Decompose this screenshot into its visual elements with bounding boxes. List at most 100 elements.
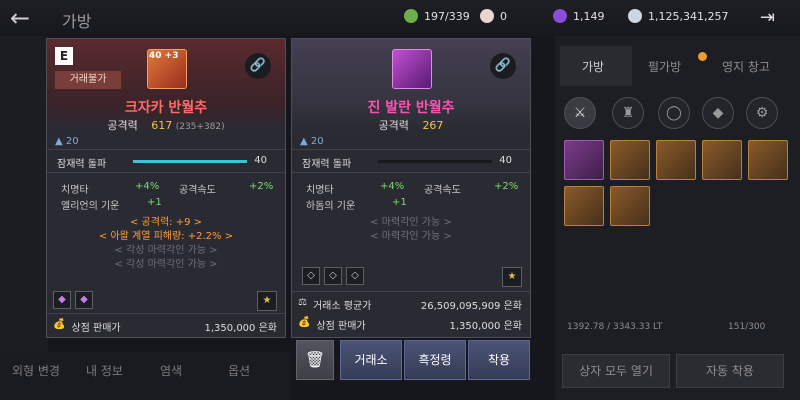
purple-orb-icon xyxy=(553,9,567,23)
item-name: 크자카 반월추 xyxy=(124,100,208,116)
stat-label: 하돔의 기운 xyxy=(306,201,356,212)
open-all-boxes-button[interactable]: 상자 모두 열기 xyxy=(562,354,670,388)
stat-label: 공격속도 xyxy=(179,185,216,196)
inventory-slot[interactable] xyxy=(748,140,788,180)
trade-button[interactable]: 거래소 xyxy=(340,340,402,380)
engraving-slot[interactable]: ◇ xyxy=(346,267,364,285)
link-icon[interactable]: 🔗 xyxy=(245,53,271,79)
divider xyxy=(47,313,285,314)
awaken-line: < 각성 마력각인 가능 > xyxy=(114,259,218,270)
engraving-slots: ◆ ◆ xyxy=(53,291,93,309)
currency-silver: 1,125,341,257 xyxy=(628,9,728,23)
attack-row: 공격력 267 xyxy=(378,119,444,132)
tab-dye[interactable]: 염색 xyxy=(160,362,182,379)
item-icon xyxy=(392,49,432,89)
divider xyxy=(292,172,530,173)
weight-text: 1392.78 / 3343.33 LT xyxy=(567,322,663,332)
tab-appearance[interactable]: 외형 변경 xyxy=(12,362,60,379)
engraving-slot[interactable]: ◆ xyxy=(53,291,71,309)
black-spirit-button[interactable]: 흑정령 xyxy=(404,340,466,380)
money-bag-icon: 💰 xyxy=(298,317,311,328)
background-left-panel xyxy=(0,36,48,356)
engraving-slot[interactable]: ◇ xyxy=(302,267,320,285)
grade-badge: E xyxy=(55,47,73,65)
awaken-line: < 각성 마력각인 가능 > xyxy=(114,245,218,256)
potential-bar xyxy=(378,160,492,163)
divider xyxy=(47,172,285,173)
bonus-line: < 공격력: +9 > xyxy=(129,217,202,228)
stat-value: +4% xyxy=(380,181,405,192)
delete-button[interactable]: 🗑 xyxy=(296,340,334,380)
gem-icon[interactable]: ◆ xyxy=(702,97,734,129)
inventory-slot[interactable] xyxy=(564,186,604,226)
emblem-icon[interactable]: ★ xyxy=(257,291,277,311)
stat-value: +2% xyxy=(494,181,519,192)
tab-pearl-bag[interactable]: 펄가방 xyxy=(648,58,681,75)
bonus-line: < 아왈 계열 피해량: +2.2% > xyxy=(98,231,234,242)
engraving-slot[interactable]: ◆ xyxy=(75,291,93,309)
inventory-slot[interactable] xyxy=(702,140,742,180)
emblem-icon[interactable]: ★ xyxy=(502,267,522,287)
item-enhance-level: 40 +3 xyxy=(149,51,179,61)
potential-label: 잠재력 돌파 xyxy=(57,159,107,170)
inventory-slot[interactable] xyxy=(564,140,604,180)
auto-equip-button[interactable]: 자동 착용 xyxy=(676,354,784,388)
potential-value: 40 xyxy=(254,155,267,166)
stat-label: 치명타 xyxy=(306,185,334,196)
armor-icon[interactable]: ♜ xyxy=(612,97,644,129)
market-price-row: ⚖ 거래소 평균가 26,509,095,909 은화 xyxy=(298,297,522,312)
enchant-line: < 마력각인 가능 > xyxy=(370,217,452,228)
equipped-item-card: E 거래불가 40 +3 🔗 크자카 반월추 공격력 617 (235+382)… xyxy=(46,38,286,338)
required-level: ▲ 20 xyxy=(55,136,79,147)
attack-row: 공격력 617 (235+382) xyxy=(107,119,225,132)
inventory-slot[interactable] xyxy=(656,140,696,180)
stat-label: 엘리언의 기운 xyxy=(61,201,120,212)
potential-bar xyxy=(133,160,247,163)
trash-icon: 🗑 xyxy=(304,350,326,369)
money-bag-icon: 💰 xyxy=(53,319,66,330)
potion-icon[interactable]: ⚙ xyxy=(746,97,778,129)
sell-price-row: 💰 상점 판매가 1,350,000 은화 xyxy=(53,319,277,334)
stat-value: +2% xyxy=(249,181,274,192)
untradable-badge: 거래불가 xyxy=(55,71,121,89)
stat-label: 공격속도 xyxy=(424,185,461,196)
stat-value: +1 xyxy=(392,197,407,208)
compare-item-card: 🔗 진 발란 반월추 공격력 267 ▲ 20 잠재력 돌파 40 치명타 +4… xyxy=(291,38,531,338)
engraving-slot[interactable]: ◇ xyxy=(324,267,342,285)
leaf-coin-icon xyxy=(404,9,418,23)
notification-badge xyxy=(698,52,707,61)
equip-button[interactable]: 착용 xyxy=(468,340,530,380)
item-name: 진 발란 반월추 xyxy=(367,100,455,116)
capacity-text: 151/300 xyxy=(728,322,766,332)
top-bar: ← 가방 197/339 0 1,149 1,125,341,257 ⇥ xyxy=(0,0,800,36)
required-level: ▲ 20 xyxy=(300,136,324,147)
tab-options[interactable]: 옵션 xyxy=(228,362,250,379)
tab-my-info[interactable]: 내 정보 xyxy=(86,362,123,379)
scale-icon: ⚖ xyxy=(298,297,307,308)
pearl-icon xyxy=(480,9,494,23)
currency-energy: 197/339 xyxy=(404,9,470,23)
tab-storage[interactable]: 영지 창고 xyxy=(722,58,770,75)
divider xyxy=(292,291,530,292)
crossed-swords-icon[interactable]: ⚔ xyxy=(564,97,596,129)
link-icon[interactable]: 🔗 xyxy=(490,53,516,79)
inventory-slot[interactable] xyxy=(610,186,650,226)
stat-label: 치명타 xyxy=(61,185,89,196)
silver-coin-icon xyxy=(628,9,642,23)
potential-label: 잠재력 돌파 xyxy=(302,159,352,170)
back-arrow-icon[interactable]: ← xyxy=(10,4,30,32)
divider xyxy=(292,149,530,150)
sell-price-row: 💰 상점 판매가 1,350,000 은화 xyxy=(298,317,522,332)
currency-purple: 1,149 xyxy=(553,9,605,23)
page-title: 가방 xyxy=(62,12,92,31)
potential-value: 40 xyxy=(499,155,512,166)
engraving-slots: ◇ ◇ ◇ xyxy=(302,267,364,285)
enchant-line: < 마력각인 가능 > xyxy=(370,231,452,242)
exit-door-icon[interactable]: ⇥ xyxy=(760,7,775,28)
ring-icon[interactable]: ◯ xyxy=(658,97,690,129)
tab-bag[interactable]: 가방 xyxy=(582,58,604,75)
inventory-slot[interactable] xyxy=(610,140,650,180)
stat-value: +4% xyxy=(135,181,160,192)
divider xyxy=(47,149,285,150)
stat-value: +1 xyxy=(147,197,162,208)
